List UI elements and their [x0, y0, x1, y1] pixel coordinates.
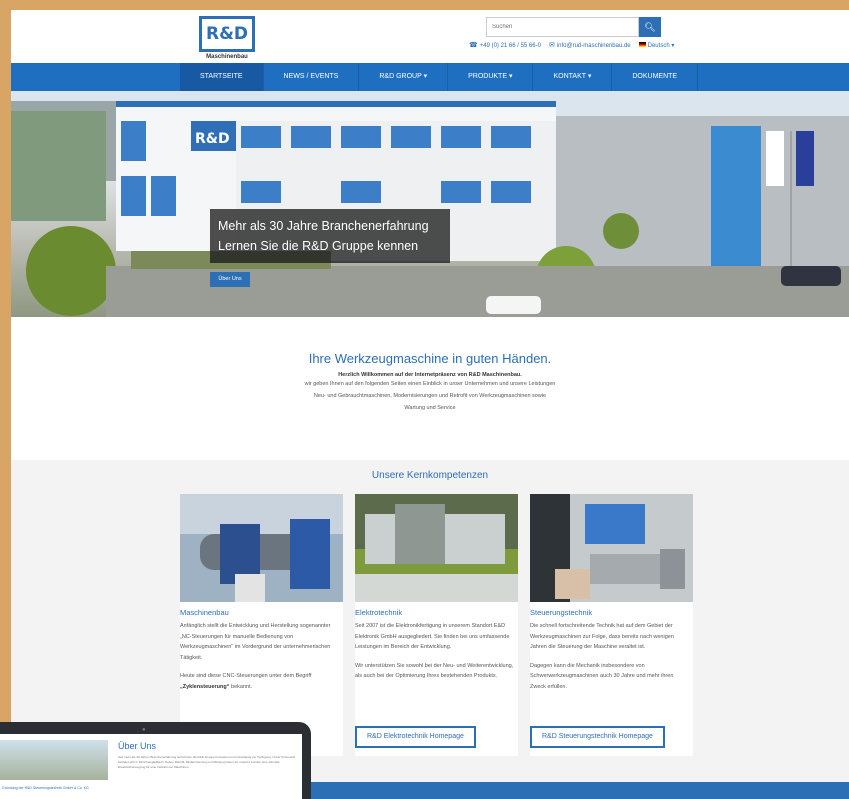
- logo-subtitle: Maschinenbau: [206, 54, 248, 60]
- card-text-2: Dagegen kann die Mechanik insbesondere v…: [530, 662, 674, 690]
- steuerungstechnik-homepage-button[interactable]: R&D Steuerungstechnik Homepage: [530, 726, 665, 748]
- tablet-thumbnail: [0, 740, 108, 780]
- card-steuerungstechnik: Steuerungstechnik Die schnell fortschrei…: [530, 494, 693, 756]
- phone-icon: ☎: [469, 42, 478, 49]
- card-text: Seit 2007 ist die Elektronikfertigung in…: [355, 623, 510, 650]
- email-icon: ✉: [548, 42, 555, 49]
- camera-icon: ●: [142, 727, 146, 733]
- card-text-2: Heute sind diese CNC-Steuerungen unter d…: [180, 671, 343, 692]
- nav-item-1[interactable]: NEWS / EVENTS: [264, 63, 360, 91]
- competences-title: Unsere Kernkompetenzen: [371, 470, 489, 481]
- card-text: Anfänglich stellt die Entwicklung und He…: [180, 623, 331, 661]
- card-title: Elektrotechnik: [355, 608, 403, 617]
- language-label: Deutsch: [647, 42, 670, 49]
- hero-caption-line-2: Lernen Sie die R&D Gruppe kennen: [218, 239, 419, 253]
- welcome-line-1: wir geben Ihnen auf den folgenden Seiten…: [304, 381, 556, 387]
- nav-item-3[interactable]: PRODUKTE ▾: [448, 63, 534, 91]
- contact-bar: ☎ +49 (0) 21 66 / 55 66-0 ✉ info@rud-masch…: [469, 41, 674, 49]
- tablet-device: ● Über Uns Seit mehr als 30 Jahren Branc…: [0, 722, 311, 799]
- elektrotechnik-homepage-button[interactable]: R&D Elektrotechnik Homepage: [355, 726, 476, 748]
- logo-mark: R&D: [199, 16, 255, 52]
- nav-item-4[interactable]: KONTAKT ▾: [533, 63, 613, 91]
- card-image-control-panel: [530, 494, 693, 602]
- search-input[interactable]: [486, 17, 639, 37]
- card-text-2: Wir unterstützen Sie sowohl bei der Neu-…: [355, 662, 514, 680]
- card-text-2b: „Zyklensteuerung“: [180, 683, 230, 690]
- site-logo[interactable]: R&D Maschinenbau: [192, 16, 262, 66]
- card-image-machine: [180, 494, 343, 602]
- nav-item-0[interactable]: STARTSEITE: [180, 63, 264, 91]
- search-bar: 🔍︎: [486, 17, 661, 37]
- website-page: R&D Maschinenbau 🔍︎ ☎+49 (0) 21 66 / 55 …: [11, 10, 849, 799]
- main-navigation: STARTSEITE NEWS / EVENTS R&D GROUP ▾ PRODUK…: [11, 63, 849, 91]
- welcome-section: Ihre Werkzeugmaschine in guten Händen. H…: [11, 317, 849, 460]
- tablet-title: Über Uns: [118, 741, 157, 751]
- card-image-electronics: [355, 494, 518, 602]
- about-us-button[interactable]: Über Uns: [210, 272, 250, 287]
- building-sign: R&D: [195, 131, 230, 147]
- hero-building-photo: R&D: [11, 91, 849, 317]
- phone-number: +49 (0) 21 66 / 55 66-0: [479, 43, 541, 49]
- hero-banner: R&D Mehr als 30 Jahre Branchenerfahrung …: [11, 91, 849, 317]
- card-title: Maschinenbau: [180, 608, 229, 617]
- flag-icon: [638, 42, 646, 48]
- welcome-line-2: Neu- und Gebrauchtmaschinen, Modernisier…: [313, 393, 547, 399]
- email-address: info@rud-maschinenbau.de: [556, 43, 631, 49]
- tablet-text: Seit mehr als 30 Jahren Branchenerfahrun…: [118, 755, 296, 769]
- hero-caption: Mehr als 30 Jahre Branchenerfahrung Lern…: [210, 209, 450, 263]
- card-elektrotechnik: Elektrotechnik Seit 2007 ist die Elektro…: [355, 494, 518, 756]
- phone-link[interactable]: ☎ +49 (0) 21 66 / 55 66-0: [469, 41, 541, 49]
- welcome-title: Ihre Werkzeugmaschine in guten Händen.: [308, 351, 552, 366]
- card-title: Steuerungstechnik: [530, 608, 593, 617]
- card-maschinenbau: Maschinenbau Anfänglich stellt die Entwi…: [180, 494, 343, 756]
- card-text-2c: bekannt.: [231, 683, 253, 690]
- hero-caption-line-1: Mehr als 30 Jahre Branchenerfahrung: [218, 219, 429, 233]
- welcome-line-3: Wartung und Service: [404, 405, 456, 411]
- tablet-screen: Über Uns Seit mehr als 30 Jahren Branche…: [0, 734, 302, 799]
- nav-item-5[interactable]: DOKUMENTE: [612, 63, 699, 91]
- email-link[interactable]: ✉ info@rud-maschinenbau.de: [549, 41, 631, 49]
- language-selector[interactable]: Deutsch ▾: [638, 42, 674, 49]
- search-button[interactable]: 🔍︎: [639, 17, 661, 37]
- card-text: Die schnell fortschreitende Technik hat …: [530, 623, 674, 650]
- search-icon: 🔍︎: [644, 22, 656, 32]
- nav-item-2[interactable]: R&D GROUP ▾: [359, 63, 449, 91]
- tablet-footer-text: Gründung der R&D Steuerungstechnik GmbH …: [2, 786, 89, 790]
- card-text-2a: Heute sind diese CNC-Steuerungen unter d…: [180, 673, 312, 679]
